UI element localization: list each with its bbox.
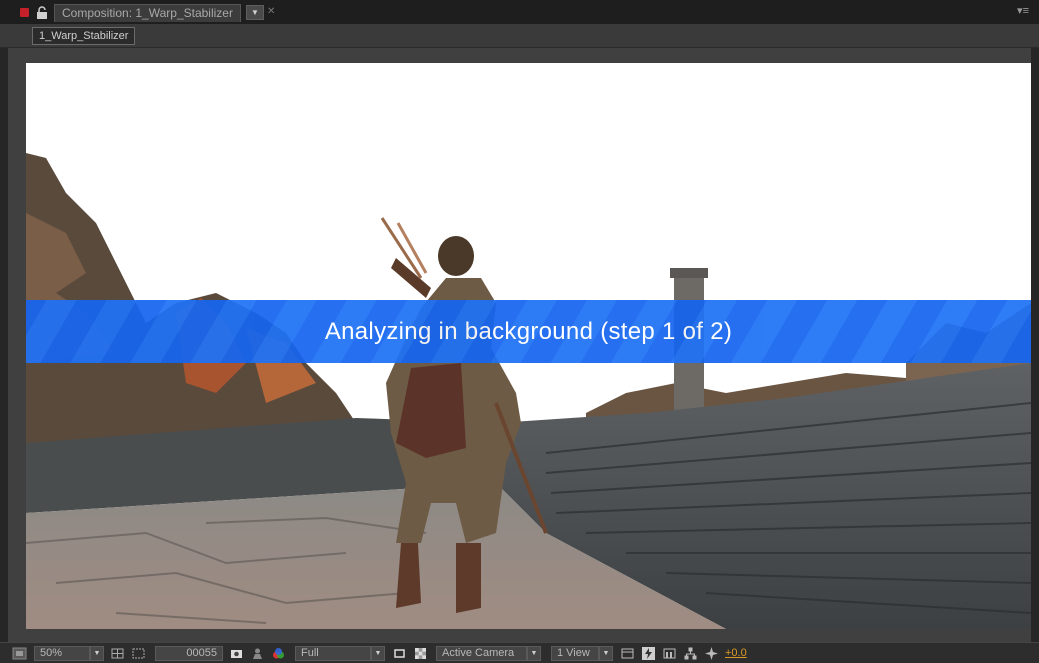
- banner-text: Analyzing in background (step 1 of 2): [324, 317, 733, 345]
- exposure-value[interactable]: +0.0: [725, 646, 747, 661]
- region-of-interest-icon[interactable]: [392, 646, 407, 661]
- toggle-pixel-aspect-icon[interactable]: [620, 646, 635, 661]
- panel-menu-icon[interactable]: ▾≡: [1017, 4, 1029, 17]
- close-panel-icon[interactable]: [20, 8, 29, 17]
- resolution-select[interactable]: Full: [295, 646, 371, 661]
- show-snapshot-icon[interactable]: [250, 646, 265, 661]
- analysis-status-banner: Analyzing in background (step 1 of 2): [26, 300, 1031, 363]
- composition-tab[interactable]: Composition: 1_Warp_Stabilizer: [54, 4, 241, 22]
- viewer-toolbar: 50% ▼ 00055 Full ▼ Active Camera ▼ 1 Vie…: [0, 642, 1039, 663]
- resolution-dropdown-icon[interactable]: ▼: [371, 646, 385, 661]
- lock-icon[interactable]: [36, 6, 48, 19]
- camera-view-select[interactable]: Active Camera: [436, 646, 527, 661]
- magnification-select[interactable]: 50%: [34, 646, 90, 661]
- tab-close-icon[interactable]: ✕: [267, 5, 275, 19]
- current-time-display[interactable]: 00055: [155, 646, 223, 661]
- magnification-dropdown-icon[interactable]: ▼: [90, 646, 104, 661]
- composition-navigator: 1_Warp_Stabilizer: [0, 24, 1039, 48]
- breadcrumb-composition[interactable]: 1_Warp_Stabilizer: [32, 27, 136, 45]
- snapshot-camera-icon[interactable]: [229, 646, 244, 661]
- mask-visibility-icon[interactable]: [131, 646, 146, 661]
- fast-previews-icon[interactable]: [641, 646, 656, 661]
- timeline-icon[interactable]: [662, 646, 677, 661]
- transparency-grid-icon[interactable]: [413, 646, 428, 661]
- tab-dropdown-icon[interactable]: ▼: [246, 5, 264, 20]
- camera-view-dropdown-icon[interactable]: ▼: [527, 646, 541, 661]
- safe-areas-icon[interactable]: [110, 646, 125, 661]
- flowchart-icon[interactable]: [683, 646, 698, 661]
- always-preview-icon[interactable]: [12, 646, 27, 661]
- view-layout-select[interactable]: 1 View: [551, 646, 599, 661]
- reset-exposure-icon[interactable]: [704, 646, 719, 661]
- view-layout-dropdown-icon[interactable]: ▼: [599, 646, 613, 661]
- composition-frame[interactable]: Analyzing in background (step 1 of 2): [26, 63, 1031, 629]
- channel-rgb-icon[interactable]: [271, 646, 286, 661]
- panel-tab-bar: Composition: 1_Warp_Stabilizer ▼ ✕ ▾≡: [0, 0, 1039, 24]
